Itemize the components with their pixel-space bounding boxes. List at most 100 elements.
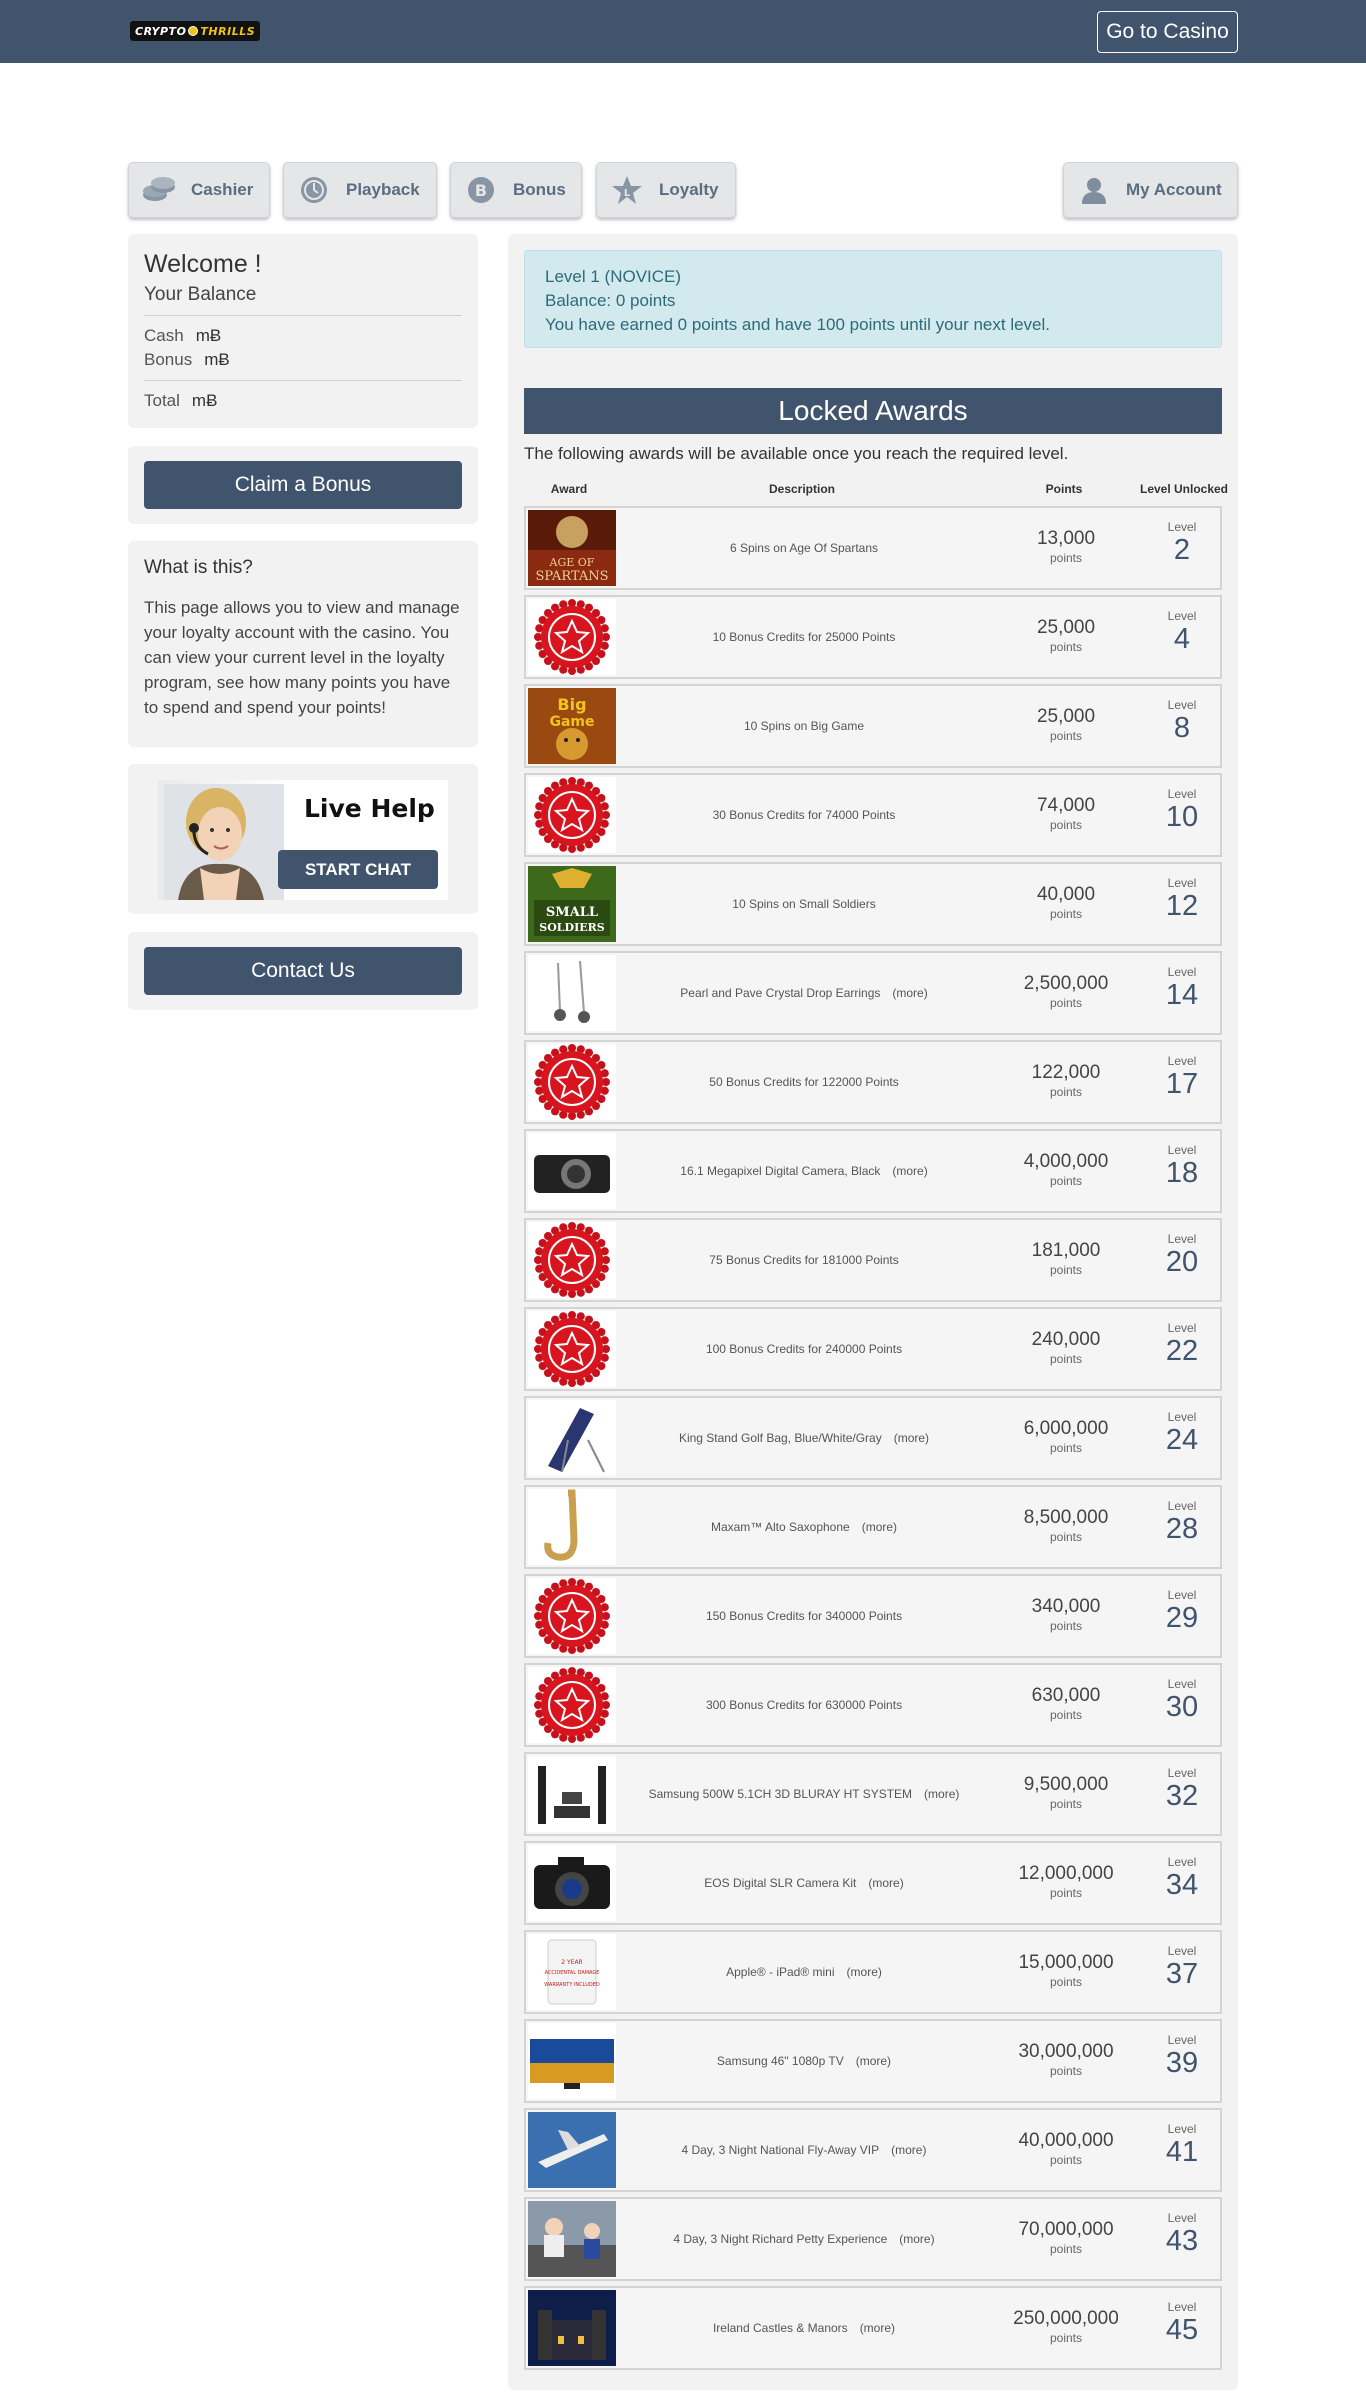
points-value: 2,500,000 [1023,973,1109,994]
award-image [528,2290,616,2366]
more-link[interactable]: (more) [862,1520,897,1534]
award-image: AGE OF SPARTANS [528,510,616,586]
points-value: 6,000,000 [1023,1418,1109,1439]
level-word: Level [1167,1321,1197,1335]
award-row: 2 YEAR ACCIDENTAL DAMAGE WARRANTY INCLUDED… [524,1930,1222,2014]
award-image [528,1756,616,1832]
award-image [528,1222,616,1298]
award-image: Big Game [528,688,616,764]
award-description-text: 10 Bonus Credits for 25000 Points [712,630,896,644]
more-link[interactable]: (more) [899,2232,934,2246]
more-link[interactable]: (more) [868,1876,903,1890]
points-value: 8,500,000 [1023,1507,1109,1528]
award-image [528,1311,616,1387]
level-number: 17 [1165,1068,1199,1100]
start-chat-button[interactable]: START CHAT [278,850,438,889]
points-value: 630,000 [1031,1685,1101,1706]
award-description-text: Maxam™ Alto Saxophone [710,1520,850,1534]
level-number: 30 [1165,1691,1199,1723]
my-account-button[interactable]: My Account [1063,162,1238,218]
award-description-text: 30 Bonus Credits for 74000 Points [712,808,896,822]
award-level: Level 32 [1142,1766,1222,1812]
award-level: Level 2 [1142,520,1222,566]
award-points: 12,000,000 points [996,1863,1136,1900]
points-unit: points [1049,1352,1083,1366]
svg-text:SMALL: SMALL [546,905,598,920]
award-description: 4 Day, 3 Night National Fly-Away VIP (mor… [624,2110,984,2190]
more-link[interactable]: (more) [847,1965,882,1979]
award-points: 40,000,000 points [996,2130,1136,2167]
level-word: Level [1167,1232,1197,1246]
award-image [528,2023,616,2099]
award-row: King Stand Golf Bag, Blue/White/Gray (mor… [524,1396,1222,1480]
more-link[interactable]: (more) [924,1787,959,1801]
contact-us-button[interactable]: Contact Us [144,947,462,995]
award-description: 30 Bonus Credits for 74000 Points [624,775,984,855]
award-points: 122,000 points [996,1062,1136,1099]
svg-text:L: L [624,188,631,199]
logo-text-right: THRILLS [200,24,256,38]
top-bar: CRYPTO THRILLS Go to Casino [0,0,1366,63]
award-row: 30 Bonus Credits for 74000 Points 74,000 p… [524,773,1222,857]
my-account-label: My Account [1126,180,1222,199]
award-points: 240,000 points [996,1329,1136,1366]
bonus-button[interactable]: B Bonus [450,162,582,218]
more-link[interactable]: (more) [892,1164,927,1178]
loyalty-button[interactable]: L Loyalty [596,162,736,218]
live-help-banner[interactable]: Live Help START CHAT [158,780,448,900]
divider [144,380,462,381]
award-row: Big Game 10 Spins on Big Game 25,000 points L… [524,684,1222,768]
points-unit: points [1049,640,1083,654]
cash-row: Cash mɃ [144,326,221,346]
more-link[interactable]: (more) [894,1431,929,1445]
playback-icon [296,172,332,208]
svg-text:B: B [475,181,487,200]
points-value: 40,000,000 [1018,2130,1114,2151]
award-image [528,955,616,1031]
award-level: Level 14 [1142,965,1222,1011]
award-level: Level 10 [1142,787,1222,833]
go-to-casino-button[interactable]: Go to Casino [1097,11,1238,53]
points-unit: points [1049,1797,1083,1811]
playback-button[interactable]: Playback [283,162,437,218]
award-points: 6,000,000 points [996,1418,1136,1455]
bonus-label: Bonus [513,180,566,199]
cashier-button[interactable]: Cashier [128,162,270,218]
award-level: Level 18 [1142,1143,1222,1189]
award-level: Level 4 [1142,609,1222,655]
points-value: 4,000,000 [1023,1151,1109,1172]
award-description: Apple® - iPad® mini (more) [624,1932,984,2012]
contact-panel: Contact Us [128,932,478,1010]
points-unit: points [1049,2242,1083,2256]
award-row: 75 Bonus Credits for 181000 Points 181,00… [524,1218,1222,1302]
award-description: 16.1 Megapixel Digital Camera, Black (mor… [624,1131,984,1211]
level-word: Level [1167,2211,1197,2225]
award-points: 340,000 points [996,1596,1136,1633]
award-level: Level 24 [1142,1410,1222,1456]
playback-label: Playback [346,180,420,199]
live-help-title: Live Help [304,794,435,823]
level-word: Level [1167,965,1197,979]
more-link[interactable]: (more) [860,2321,895,2335]
points-unit: points [1049,2153,1083,2167]
points-value: 13,000 [1036,528,1096,549]
award-level: Level 28 [1142,1499,1222,1545]
points-unit: points [1049,1886,1083,1900]
more-link[interactable]: (more) [891,2143,926,2157]
award-image: 2 YEAR ACCIDENTAL DAMAGE WARRANTY INCLUDED [528,1934,616,2010]
award-row: Maxam™ Alto Saxophone (more) 8,500,000 poin… [524,1485,1222,1569]
award-points: 181,000 points [996,1240,1136,1277]
more-link[interactable]: (more) [892,986,927,1000]
claim-bonus-button[interactable]: Claim a Bonus [144,461,462,509]
level-number: 24 [1165,1424,1199,1456]
points-unit: points [1049,1530,1083,1544]
points-unit: points [1049,1975,1083,1989]
casino-logo[interactable]: CRYPTO THRILLS [130,21,261,41]
level-word: Level [1167,1054,1197,1068]
cashier-label: Cashier [191,180,254,199]
level-word: Level [1167,876,1197,890]
more-link[interactable]: (more) [856,2054,891,2068]
award-row: 16.1 Megapixel Digital Camera, Black (mor… [524,1129,1222,1213]
level-line: Level 1 (NOVICE) [545,267,682,286]
logo-coin-icon [188,26,199,36]
